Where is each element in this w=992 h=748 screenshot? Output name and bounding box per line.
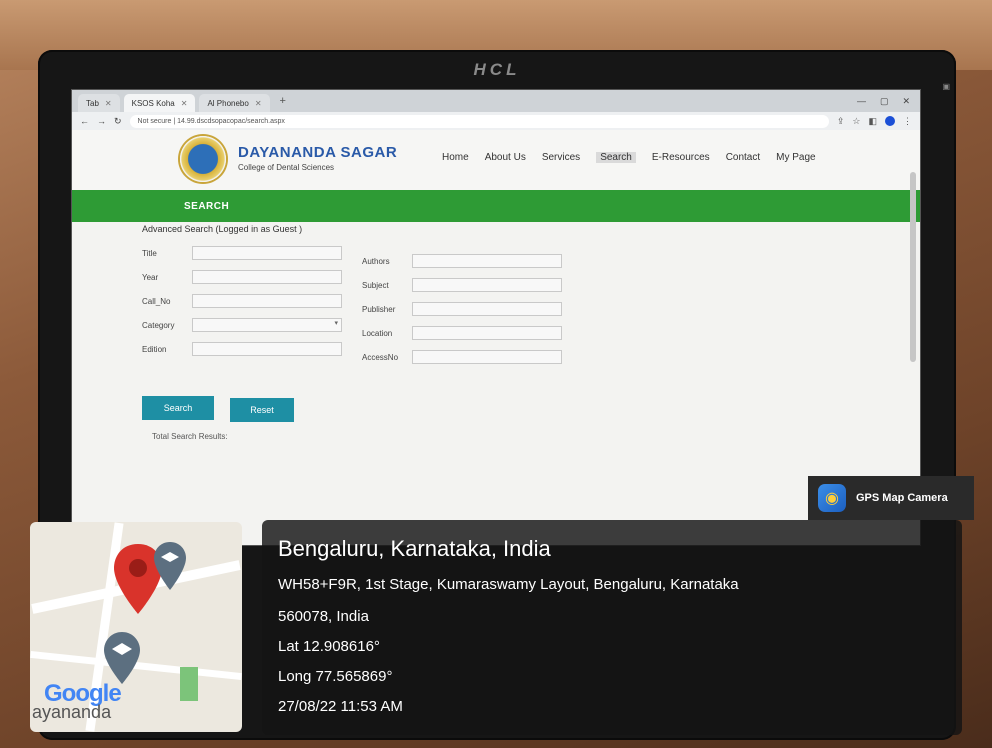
menu-icon[interactable]: ⋮	[903, 116, 912, 127]
maximize-icon[interactable]: ▢	[880, 96, 889, 107]
nav-eresources[interactable]: E-Resources	[652, 152, 710, 163]
field-row-edition: Edition	[142, 342, 342, 356]
browser-window: Tab ✕ KSOS Koha ✕ Al Phonebo ✕ + — ▢ ✕ ←…	[72, 90, 920, 545]
location-address-1: WH58+F9R, 1st Stage, Kumaraswamy Layout,…	[278, 576, 739, 593]
search-form: Advanced Search (Logged in as Guest ) Ti…	[72, 222, 920, 522]
field-label: Call_No	[142, 296, 171, 306]
scrollbar[interactable]	[910, 172, 916, 362]
main-nav: Home About Us Services Search E-Resource…	[442, 152, 816, 163]
map-thumbnail: Google ayanandа	[30, 522, 242, 732]
total-results-label: Total Search Results:	[152, 432, 228, 441]
field-row-authors: Authors	[362, 254, 562, 268]
field-row-category: Category ▾	[142, 318, 342, 332]
back-icon[interactable]: ←	[80, 116, 89, 126]
browser-tab-1[interactable]: Tab ✕	[78, 94, 120, 112]
field-row-title: Title	[142, 246, 342, 260]
tab-label: Tab	[86, 98, 99, 108]
close-icon[interactable]: ✕	[181, 99, 188, 108]
gps-label: GPS Map Camera	[856, 492, 948, 504]
chevron-down-icon: ▾	[334, 320, 338, 327]
close-window-icon[interactable]: ✕	[902, 96, 910, 107]
close-icon[interactable]: ✕	[255, 99, 262, 108]
location-overlay: Bengaluru, Karnataka, India WH58+F9R, 1s…	[262, 520, 962, 735]
browser-tab-2[interactable]: KSOS Koha ✕	[123, 94, 196, 112]
nav-mypage[interactable]: My Page	[776, 152, 815, 163]
url-input[interactable]: Not secure | 14.99.dscdsopacopac/search.…	[129, 114, 829, 128]
extensions: ⇪ ☆ ◧ ⋮	[837, 116, 912, 127]
edition-input[interactable]	[192, 342, 342, 356]
site-header: DAYANANDA SAGAR College of Dental Scienc…	[72, 130, 920, 190]
star-icon[interactable]: ☆	[852, 116, 860, 127]
title-input[interactable]	[192, 246, 342, 260]
publisher-input[interactable]	[412, 302, 562, 316]
field-label: Publisher	[362, 304, 396, 314]
forward-icon[interactable]: →	[97, 116, 106, 126]
location-city: Bengaluru, Karnataka, India	[278, 536, 551, 561]
callno-input[interactable]	[192, 294, 342, 308]
site-subtitle: College of Dental Sciences	[238, 163, 335, 172]
nav-about[interactable]: About Us	[485, 152, 526, 163]
profile-avatar[interactable]	[885, 116, 895, 126]
field-label: Subject	[362, 280, 389, 290]
location-address-2: 560078, India	[278, 608, 369, 625]
location-long: Long 77.565869°	[278, 668, 393, 685]
map-place-label: ayanandа	[32, 702, 112, 722]
field-label: Authors	[362, 256, 390, 266]
share-icon[interactable]: ⇪	[837, 116, 845, 127]
site-title: DAYANANDA SAGAR	[238, 144, 398, 161]
new-tab-icon[interactable]: +	[274, 95, 292, 107]
field-row-accessno: AccessNo	[362, 350, 562, 364]
location-lat: Lat 12.908616°	[278, 638, 380, 655]
section-title: SEARCH	[184, 200, 230, 212]
school-pin-icon	[104, 632, 140, 684]
reset-button[interactable]: Reset	[230, 398, 294, 422]
college-logo	[180, 136, 226, 182]
nav-search[interactable]: Search	[596, 152, 636, 163]
window-controls: — ▢ ✕	[857, 96, 920, 107]
camera-icon: ◉	[818, 484, 846, 512]
close-icon[interactable]: ✕	[105, 99, 112, 108]
category-select[interactable]: ▾	[192, 318, 342, 332]
field-row-year: Year	[142, 270, 342, 284]
tab-bar: Tab ✕ KSOS Koha ✕ Al Phonebo ✕ + — ▢ ✕	[72, 90, 920, 112]
nav-contact[interactable]: Contact	[726, 152, 760, 163]
accessno-input[interactable]	[412, 350, 562, 364]
section-bar: SEARCH	[72, 190, 920, 222]
authors-input[interactable]	[412, 254, 562, 268]
browser-tab-3[interactable]: Al Phonebo ✕	[199, 94, 270, 112]
sidepanel-icon[interactable]: ◧	[868, 116, 877, 127]
monitor-badge: ▣	[942, 82, 950, 91]
location-input[interactable]	[412, 326, 562, 340]
tab-label: KSOS Koha	[131, 98, 175, 108]
nav-services[interactable]: Services	[542, 152, 580, 163]
field-row-location: Location	[362, 326, 562, 340]
field-label: Title	[142, 248, 157, 258]
logo-text: DAYANANDA SAGAR College of Dental Scienc…	[238, 144, 397, 172]
field-label: AccessNo	[362, 352, 399, 362]
subject-input[interactable]	[412, 278, 562, 292]
field-row-callno: Call_No	[142, 294, 342, 308]
gps-badge: ◉ GPS Map Camera	[808, 476, 974, 520]
location-datetime: 27/08/22 11:53 AM	[278, 698, 403, 715]
nav-home[interactable]: Home	[442, 152, 469, 163]
school-pin-icon	[154, 542, 186, 590]
tab-label: Al Phonebo	[207, 98, 249, 108]
field-label: Location	[362, 328, 393, 338]
reload-icon[interactable]: ↻	[114, 116, 122, 127]
field-row-subject: Subject	[362, 278, 562, 292]
minimize-icon[interactable]: —	[857, 96, 866, 107]
field-label: Year	[142, 272, 159, 282]
search-button[interactable]: Search	[142, 396, 214, 420]
address-bar: ← → ↻ Not secure | 14.99.dscdsopacopac/s…	[72, 112, 920, 130]
advanced-search-label: Advanced Search (Logged in as Guest )	[142, 224, 303, 234]
field-label: Category	[142, 320, 175, 330]
map-park	[180, 667, 198, 701]
field-label: Edition	[142, 344, 167, 354]
field-row-publisher: Publisher	[362, 302, 562, 316]
year-input[interactable]	[192, 270, 342, 284]
monitor-brand: HCL	[473, 60, 521, 79]
